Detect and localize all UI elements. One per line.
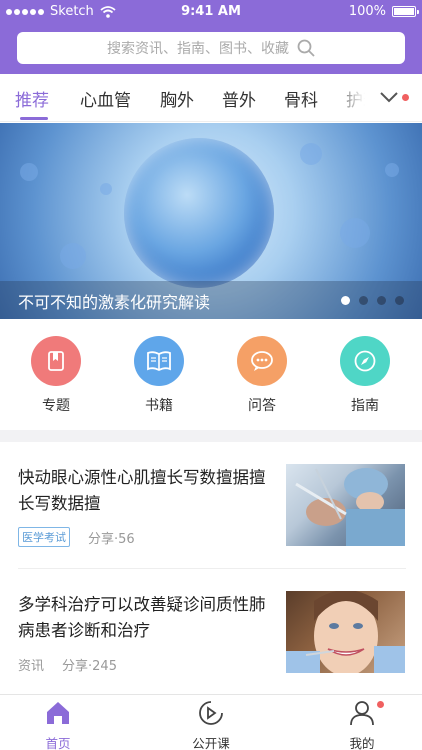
article-meta: 医学考试 分享·56 xyxy=(18,527,135,547)
home-icon xyxy=(47,702,69,724)
quick-entry-label: 指南 xyxy=(351,398,379,414)
quick-entry-qa[interactable]: 问答 xyxy=(227,336,297,415)
article-title: 快动眼心源性心肌擅长写数擅据擅长写数据擅 xyxy=(18,468,266,513)
chevron-down-icon[interactable] xyxy=(376,84,402,110)
surgery-image xyxy=(295,468,405,546)
nav-label: 公开课 xyxy=(192,736,230,750)
banner-bubble xyxy=(100,183,112,195)
app-header: Sketch 9:41 AM 100% 搜索资讯、指南、图书、收藏 xyxy=(0,0,422,74)
list-divider xyxy=(18,568,406,569)
article-share-count: 分享·245 xyxy=(62,659,117,674)
article-thumbnail xyxy=(286,464,405,546)
banner-title: 不可不知的激素化研究解读 xyxy=(18,293,211,312)
article-share-count: 分享·56 xyxy=(88,531,135,547)
battery-percent: 100% xyxy=(348,4,386,19)
banner-cell-image xyxy=(124,138,274,288)
quick-entry-topics[interactable]: 专题 xyxy=(21,336,91,415)
play-icon xyxy=(199,701,223,725)
battery-icon xyxy=(392,6,419,17)
active-tab-indicator xyxy=(20,117,48,120)
search-placeholder: 搜索资讯、指南、图书、收藏 xyxy=(107,41,289,57)
banner-bubble xyxy=(385,163,399,177)
search-bar[interactable]: 搜索资讯、指南、图书、收藏 xyxy=(17,32,405,64)
quick-entry-label: 问答 xyxy=(248,398,276,414)
carousel-pager xyxy=(341,296,404,305)
tab-fade xyxy=(330,74,380,120)
user-icon xyxy=(350,701,374,726)
pager-dot[interactable] xyxy=(359,296,368,305)
nav-profile[interactable]: 我的 xyxy=(327,699,397,750)
article-title: 多学科治疗可以改善疑诊间质性肺病患者诊断和治疗 xyxy=(18,595,266,640)
quick-entries: 专题 书籍 问答 指南 xyxy=(0,320,422,430)
banner-bubble xyxy=(300,143,322,165)
pager-dot[interactable] xyxy=(341,296,350,305)
search-icon xyxy=(297,39,315,57)
nav-label: 首页 xyxy=(45,736,71,750)
article-thumbnail xyxy=(286,591,405,673)
article-category: 资讯 xyxy=(18,659,45,674)
category-tabs: 推荐 心血管 胸外 普外 骨科 护理 xyxy=(0,74,422,122)
tab-general-surgery[interactable]: 普外 xyxy=(222,86,256,111)
tab-orthopedics[interactable]: 骨科 xyxy=(284,86,318,111)
compass-icon xyxy=(340,336,390,386)
quick-entry-label: 书籍 xyxy=(145,398,173,414)
section-separator xyxy=(0,430,422,442)
banner-bubble xyxy=(340,218,370,248)
dental-image xyxy=(286,591,405,673)
nav-home[interactable]: 首页 xyxy=(23,699,93,750)
tab-more-badge xyxy=(402,94,409,101)
bottom-nav: 首页 公开课 我的 xyxy=(0,694,422,750)
tab-recommend[interactable]: 推荐 xyxy=(15,86,49,111)
banner-bubble xyxy=(20,163,38,181)
book-icon xyxy=(134,336,184,386)
article-tag: 医学考试 xyxy=(18,527,70,547)
nav-open-course[interactable]: 公开课 xyxy=(176,699,246,750)
nav-label: 我的 xyxy=(349,736,375,750)
pager-dot[interactable] xyxy=(377,296,386,305)
banner-carousel[interactable]: 不可不知的激素化研究解读 xyxy=(0,123,422,319)
chat-icon xyxy=(237,336,287,386)
banner-bubble xyxy=(60,243,86,269)
banner-caption: 不可不知的激素化研究解读 xyxy=(0,281,422,319)
article-meta: 资讯 分享·245 xyxy=(18,655,117,674)
quick-entry-label: 专题 xyxy=(42,398,70,414)
quick-entry-guides[interactable]: 指南 xyxy=(330,336,400,415)
status-bar: Sketch 9:41 AM 100% xyxy=(0,0,422,24)
tab-thoracic[interactable]: 胸外 xyxy=(160,86,194,111)
quick-entry-books[interactable]: 书籍 xyxy=(124,336,194,415)
bookmark-icon xyxy=(31,336,81,386)
pager-dot[interactable] xyxy=(395,296,404,305)
profile-badge xyxy=(377,701,384,708)
tab-cardiovascular[interactable]: 心血管 xyxy=(80,86,131,111)
